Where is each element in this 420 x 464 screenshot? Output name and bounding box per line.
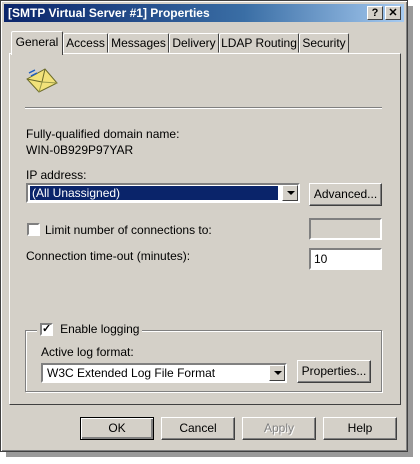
- cancel-button[interactable]: Cancel: [161, 417, 235, 440]
- chevron-down-icon[interactable]: [269, 365, 285, 381]
- properties-dialog: [SMTP Virtual Server #1] Properties ? ✕ …: [0, 0, 408, 452]
- tab-security[interactable]: Security: [299, 33, 349, 53]
- smtp-envelope-icon: [26, 68, 58, 93]
- separator: [25, 107, 382, 109]
- log-format-label: Active log format:: [41, 345, 134, 359]
- tab-delivery[interactable]: Delivery: [169, 33, 219, 53]
- tab-messages[interactable]: Messages: [108, 33, 169, 53]
- ip-address-value: (All Unassigned): [29, 185, 279, 201]
- window-title: [SMTP Virtual Server #1] Properties: [8, 6, 210, 20]
- limit-connections-label: Limit number of connections to:: [45, 223, 212, 237]
- tab-ldap-routing[interactable]: LDAP Routing: [219, 33, 299, 53]
- tab-general[interactable]: General: [11, 31, 63, 55]
- chevron-down-icon[interactable]: [282, 185, 298, 201]
- enable-logging-label: Enable logging: [60, 322, 140, 336]
- apply-button[interactable]: Apply: [242, 417, 316, 440]
- tab-access[interactable]: Access: [63, 33, 108, 53]
- ip-address-select[interactable]: (All Unassigned): [26, 183, 300, 203]
- limit-connections-checkbox[interactable]: [27, 223, 40, 236]
- log-format-value: W3C Extended Log File Format: [47, 366, 216, 380]
- ok-button[interactable]: OK: [80, 417, 154, 440]
- fqdn-value: WIN-0B929P97YAR: [26, 143, 134, 157]
- title-bar[interactable]: [SMTP Virtual Server #1] Properties ? ✕: [4, 4, 404, 22]
- ip-address-label: IP address:: [26, 168, 87, 182]
- close-button[interactable]: ✕: [385, 6, 401, 20]
- log-properties-button[interactable]: Properties...: [297, 360, 371, 383]
- log-format-select[interactable]: W3C Extended Log File Format: [41, 363, 287, 383]
- timeout-input[interactable]: 10: [309, 248, 382, 270]
- fqdn-label: Fully-qualified domain name:: [26, 127, 180, 141]
- logging-group-legend: ✓ Enable logging: [37, 322, 143, 338]
- advanced-button[interactable]: Advanced...: [309, 183, 382, 206]
- help-title-button[interactable]: ?: [367, 6, 383, 20]
- limit-connections-input[interactable]: [309, 218, 382, 240]
- help-button[interactable]: Help: [323, 417, 397, 440]
- enable-logging-checkbox[interactable]: ✓: [40, 322, 53, 336]
- timeout-label: Connection time-out (minutes):: [26, 249, 191, 263]
